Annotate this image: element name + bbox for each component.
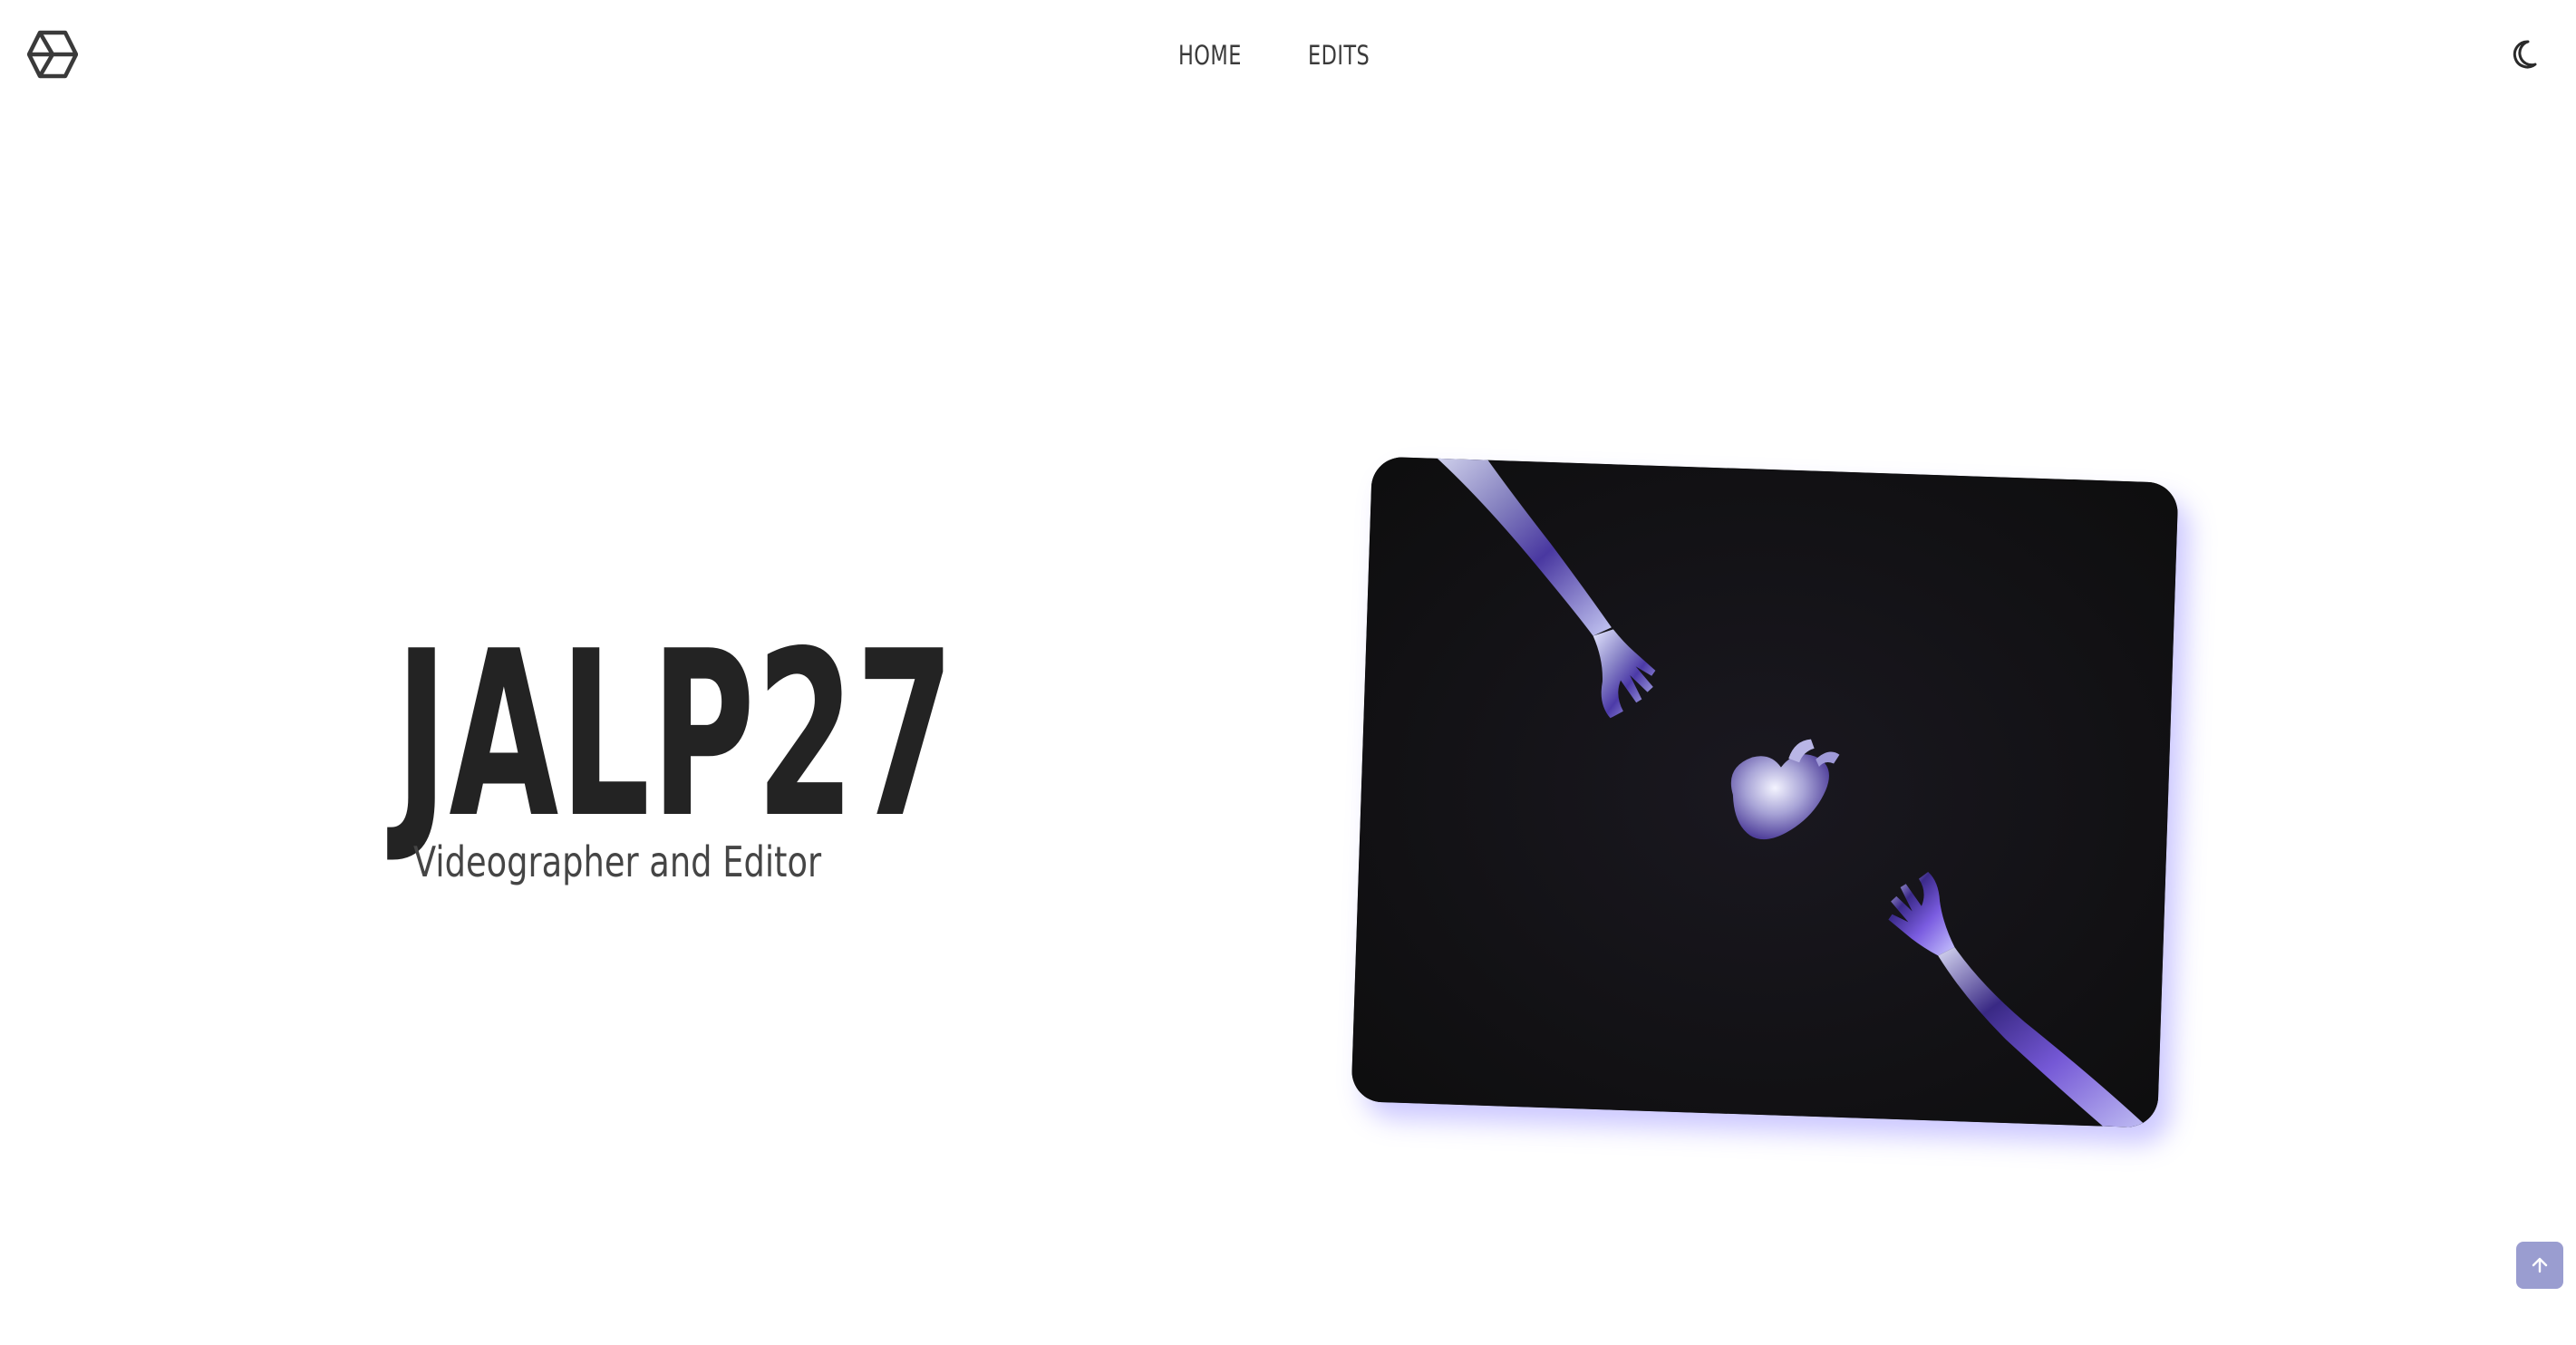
main-nav: HOME EDITS	[1178, 40, 1380, 71]
hexagon-cube-icon	[26, 30, 79, 79]
logo-link[interactable]	[26, 29, 79, 80]
hero-title: JALP27	[395, 603, 955, 868]
theme-toggle-button[interactable]	[2507, 34, 2549, 76]
hero-image	[1351, 456, 2179, 1128]
hero-subtitle: Videographer and Editor	[413, 837, 822, 886]
nav-edits[interactable]: EDITS	[1308, 40, 1370, 71]
moon-icon	[2513, 40, 2537, 69]
arrow-up-icon	[2532, 1257, 2548, 1273]
scroll-to-top-button[interactable]	[2516, 1242, 2563, 1289]
chrome-hands-heart-artwork	[1351, 456, 2179, 1128]
nav-home[interactable]: HOME	[1178, 40, 1242, 71]
